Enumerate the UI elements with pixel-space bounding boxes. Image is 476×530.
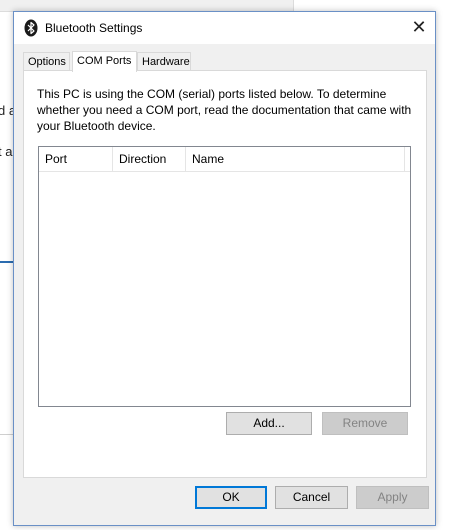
background-divider [0,434,13,435]
ok-button[interactable]: OK [195,486,267,509]
com-ports-list[interactable]: Port Direction Name [38,146,411,407]
bluetooth-icon [24,19,38,37]
description-text: This PC is using the COM (serial) ports … [37,87,412,133]
background-divider [293,0,294,11]
list-header: Port Direction Name [39,147,410,172]
dialog-title: Bluetooth Settings [45,21,143,35]
apply-button[interactable]: Apply [356,486,429,509]
tab-com-ports[interactable]: COM Ports [72,51,137,72]
background-accent-line [0,261,13,263]
tab-hardware[interactable]: Hardware [137,52,191,71]
cancel-button[interactable]: Cancel [275,486,348,509]
add-button[interactable]: Add... [226,412,312,435]
tab-options[interactable]: Options [23,52,70,71]
com-ports-panel: This PC is using the COM (serial) ports … [23,70,427,478]
column-header-port[interactable]: Port [39,147,113,171]
bluetooth-settings-dialog: Bluetooth Settings ✕ Options COM Ports H… [13,11,436,526]
remove-button[interactable]: Remove [322,412,408,435]
title-bar[interactable]: Bluetooth Settings ✕ [14,12,435,44]
column-header-name[interactable]: Name [186,147,405,171]
close-button[interactable]: ✕ [403,12,435,42]
background-text: t a [0,144,13,159]
column-header-direction[interactable]: Direction [113,147,186,171]
